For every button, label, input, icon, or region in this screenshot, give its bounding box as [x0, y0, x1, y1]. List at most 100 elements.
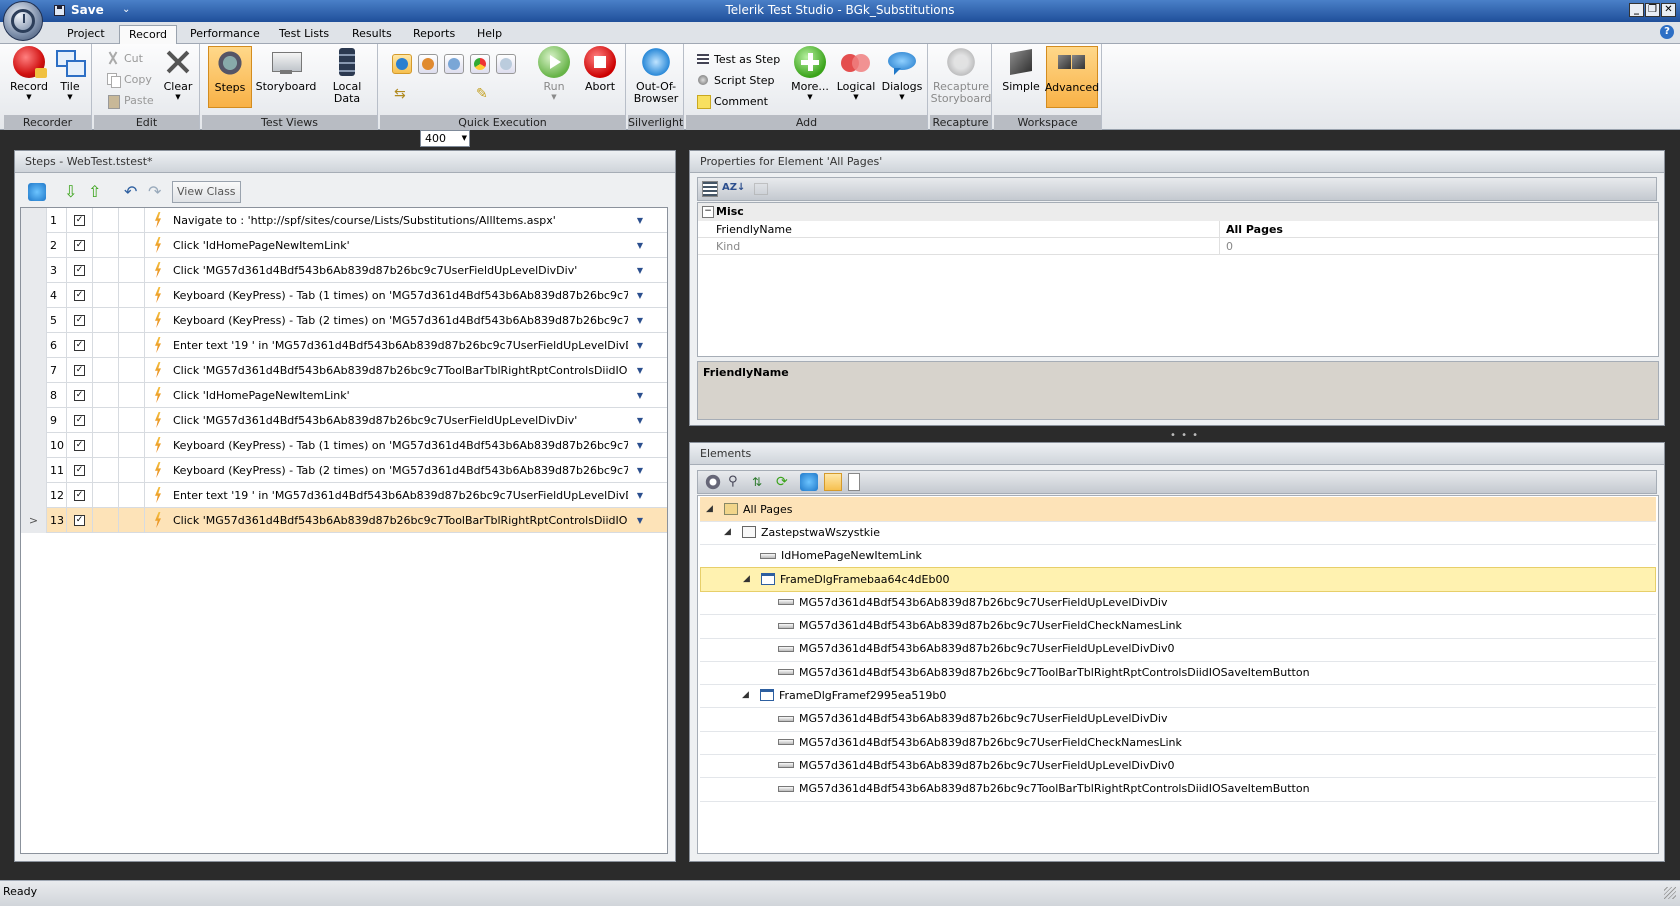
tab-results[interactable]: Results	[343, 25, 401, 44]
application-menu-orb[interactable]	[3, 1, 43, 41]
step-description[interactable]: Keyboard (KeyPress) - Tab (1 times) on '…	[173, 289, 628, 302]
ie-browser-button[interactable]	[392, 54, 412, 74]
step-description[interactable]: Navigate to : 'http://spf/sites/course/L…	[173, 214, 628, 227]
step-enabled-checkbox[interactable]: ✓	[74, 239, 85, 251]
step-log-cell[interactable]	[119, 432, 145, 458]
row-selector[interactable]	[21, 332, 47, 358]
step-description[interactable]: Keyboard (KeyPress) - Tab (2 times) on '…	[173, 314, 628, 327]
step-breakpoint-cell[interactable]	[93, 307, 119, 333]
expand-triangle-icon[interactable]: ◢	[724, 527, 734, 537]
step-breakpoint-cell[interactable]	[93, 507, 119, 533]
table-row[interactable]: 10 ✓ Keyboard (KeyPress) - Tab (1 times) o…	[21, 432, 667, 458]
step-enabled-checkbox[interactable]: ✓	[74, 464, 85, 476]
property-value[interactable]: 0	[1226, 238, 1233, 255]
step-log-cell[interactable]	[119, 332, 145, 358]
undo-icon[interactable]: ↶	[124, 183, 142, 201]
row-selector[interactable]	[21, 382, 47, 408]
local-data-view-button[interactable]: Local Data	[318, 46, 376, 110]
row-selector[interactable]	[21, 407, 47, 433]
restore-button[interactable]: ❐	[1645, 3, 1660, 17]
table-row[interactable]: 12 ✓ Enter text '19 ' in 'MG57d361d4Bdf543…	[21, 482, 667, 508]
tree-node[interactable]: MG57d361d4Bdf543b6Ab839d87b26bc9c7UserFi…	[700, 753, 1656, 779]
tree-node[interactable]: MG57d361d4Bdf543b6Ab839d87b26bc9c7UserFi…	[700, 590, 1656, 616]
row-selector[interactable]	[21, 207, 47, 233]
move-down-icon[interactable]: ⇩	[64, 183, 82, 201]
tree-node[interactable]: MG57d361d4Bdf543b6Ab839d87b26bc9c7UserFi…	[700, 614, 1656, 639]
step-log-cell[interactable]	[119, 282, 145, 308]
chevron-down-icon[interactable]: ▼	[637, 316, 643, 325]
step-breakpoint-cell[interactable]	[93, 407, 119, 433]
dialogs-button[interactable]: Dialogs ▼	[880, 46, 924, 110]
close-button[interactable]: ✕	[1661, 3, 1676, 17]
row-selector[interactable]	[21, 432, 47, 458]
refresh-icon[interactable]: ⟳	[776, 473, 794, 491]
step-enabled-checkbox[interactable]: ✓	[74, 489, 85, 501]
execution-speed-select[interactable]: 400 ▼	[420, 130, 470, 147]
chevron-down-icon[interactable]: ▼	[637, 391, 643, 400]
tree-node[interactable]: MG57d361d4Bdf543b6Ab839d87b26bc9c7ToolBa…	[700, 660, 1656, 686]
step-breakpoint-cell[interactable]	[93, 232, 119, 258]
step-log-cell[interactable]	[119, 257, 145, 283]
expand-triangle-icon[interactable]: ◢	[743, 574, 753, 584]
step-log-cell[interactable]	[119, 382, 145, 408]
row-selector[interactable]	[21, 282, 47, 308]
expand-triangle-icon[interactable]: ◢	[706, 504, 716, 514]
step-description[interactable]: Click 'IdHomePageNewItemLink'	[173, 389, 628, 402]
step-enabled-checkbox[interactable]: ✓	[74, 264, 85, 276]
property-row-friendlyname[interactable]: FriendlyName All Pages	[698, 221, 1658, 238]
row-selector[interactable]: >	[21, 507, 47, 533]
step-breakpoint-cell[interactable]	[93, 457, 119, 483]
step-enabled-checkbox[interactable]: ✓	[74, 389, 85, 401]
firefox-browser-button[interactable]	[418, 54, 438, 74]
storyboard-view-button[interactable]: Storyboard	[256, 46, 316, 110]
element-details-icon[interactable]	[848, 473, 860, 491]
tab-reports[interactable]: Reports	[404, 25, 464, 44]
step-description[interactable]: Click 'MG57d361d4Bdf543b6Ab839d87b26bc9c…	[173, 264, 628, 277]
step-enabled-checkbox[interactable]: ✓	[74, 314, 85, 326]
row-selector[interactable]	[21, 482, 47, 508]
panel-splitter[interactable]: • • •	[1170, 430, 1199, 441]
chrome-browser-button[interactable]	[470, 54, 490, 74]
step-enabled-checkbox[interactable]: ✓	[74, 289, 85, 301]
view-class-button[interactable]: View Class	[172, 181, 241, 203]
step-breakpoint-cell[interactable]	[93, 207, 119, 233]
row-selector[interactable]	[21, 232, 47, 258]
resize-grip-icon[interactable]	[1664, 887, 1676, 899]
sort-alpha-icon[interactable]: AZ↓	[722, 180, 745, 198]
add-element-icon[interactable]	[800, 473, 818, 491]
step-breakpoint-cell[interactable]	[93, 282, 119, 308]
table-row[interactable]: 8 ✓ Click 'IdHomePageNewItemLink' ▼	[21, 382, 667, 408]
table-row[interactable]: 3 ✓ Click 'MG57d361d4Bdf543b6Ab839d87b26bc…	[21, 257, 667, 283]
chevron-down-icon[interactable]: ▼	[637, 491, 643, 500]
categorized-icon[interactable]	[702, 181, 718, 197]
record-button[interactable]: Record ▼	[8, 46, 50, 110]
run-button[interactable]: Run ▼	[534, 46, 574, 110]
step-breakpoint-cell[interactable]	[93, 257, 119, 283]
property-row-kind[interactable]: Kind 0	[698, 238, 1658, 255]
table-row[interactable]: 4 ✓ Keyboard (KeyPress) - Tab (1 times) on…	[21, 282, 667, 308]
step-breakpoint-cell[interactable]	[93, 382, 119, 408]
tree-node[interactable]: MG57d361d4Bdf543b6Ab839d87b26bc9c7UserFi…	[700, 707, 1656, 732]
logical-button[interactable]: Logical ▼	[834, 46, 878, 110]
expand-triangle-icon[interactable]: ◢	[742, 690, 752, 700]
find-element-icon[interactable]: ⚲	[728, 473, 746, 491]
tree-node[interactable]: ◢ FrameDlgFramef2995ea519b0	[700, 683, 1656, 709]
table-row[interactable]: 1 ✓ Navigate to : 'http://spf/sites/course…	[21, 207, 667, 233]
step-breakpoint-cell[interactable]	[93, 357, 119, 383]
tab-help[interactable]: Help	[468, 25, 511, 44]
clear-button[interactable]: Clear ▼	[160, 46, 196, 110]
property-pages-icon[interactable]	[754, 183, 768, 195]
tab-test-lists[interactable]: Test Lists	[270, 25, 338, 44]
silverlight-browser-button[interactable]	[496, 54, 516, 74]
row-selector[interactable]	[21, 457, 47, 483]
cut-button[interactable]: Cut	[106, 49, 143, 67]
sort-elements-icon[interactable]: ⇅	[752, 473, 770, 491]
step-log-cell[interactable]	[119, 357, 145, 383]
more-steps-button[interactable]: More... ▼	[788, 46, 832, 110]
copy-button[interactable]: Copy	[106, 70, 152, 88]
chevron-down-icon[interactable]: ▼	[637, 266, 643, 275]
chevron-down-icon[interactable]: ▼	[637, 416, 643, 425]
abort-button[interactable]: Abort	[578, 46, 622, 110]
chevron-down-icon[interactable]: ▼	[637, 366, 643, 375]
table-row[interactable]: 7 ✓ Click 'MG57d361d4Bdf543b6Ab839d87b26bc…	[21, 357, 667, 383]
